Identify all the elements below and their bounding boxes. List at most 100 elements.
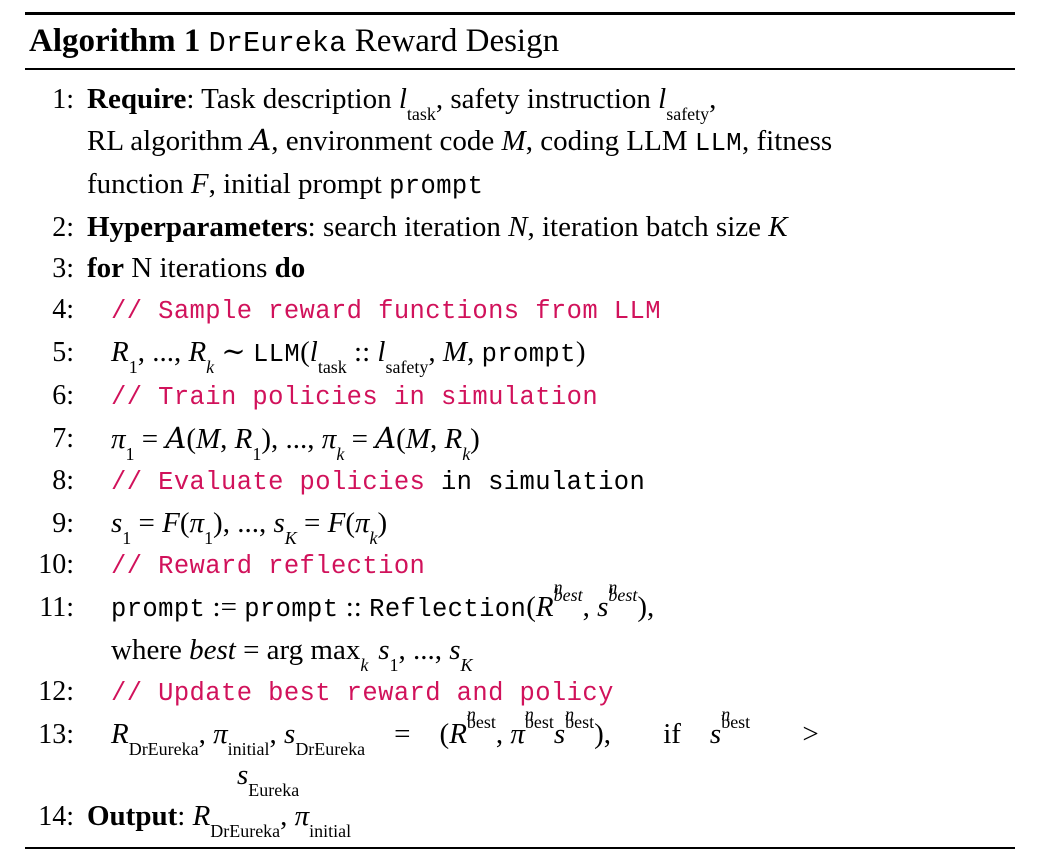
score-DrEureka: s <box>284 718 296 751</box>
policy-initial-sub: initial <box>309 821 352 842</box>
reward-R1-sub: 1 <box>128 357 138 378</box>
env-code-M-2: M <box>405 423 430 456</box>
algorithm-line-3: 3: for N iterations do <box>25 248 1015 289</box>
subscript-best: best <box>553 585 583 606</box>
comment-evaluate-policies: // Evaluate policies <box>111 468 426 498</box>
reward-DrEureka: R <box>111 718 129 751</box>
require-text-3: , <box>709 83 717 116</box>
l-task-var: l <box>309 336 318 369</box>
for-text: N iterations <box>124 252 275 285</box>
score-sK-sub: K <box>284 528 297 549</box>
do-keyword: do <box>274 252 306 285</box>
hyper-text-2: , iteration batch size <box>527 211 769 244</box>
algorithm-keyword: Algorithm <box>29 23 176 59</box>
env-code-M: M <box>501 125 526 158</box>
line-number: 11: <box>39 592 74 624</box>
algorithm-line-8: 8: // Evaluate policies in simulation <box>25 460 1015 503</box>
line-content: R1, ..., Rk ∼ LLM(ltask :: lsafety, M, p… <box>87 332 1015 378</box>
algorithm-name: DrEureka <box>208 27 347 60</box>
score-s-best: s <box>597 591 609 624</box>
require-label: Require <box>87 83 187 116</box>
algorithm-line-1: 1: Require: Task description ltask, safe… <box>25 79 1015 207</box>
policy-pi1-sub: 1 <box>204 528 214 549</box>
line-content: Require: Task description ltask, safety … <box>87 79 1015 207</box>
equals-2: = <box>296 507 328 540</box>
line-number: 3: <box>52 253 74 285</box>
comment-update-best: // Update best reward and policy <box>111 679 614 709</box>
algorithm-line-6: 6: // Train policies in simulation <box>25 375 1015 418</box>
require-text-1: : Task description <box>186 83 399 116</box>
for-keyword: for <box>87 252 125 285</box>
paren-open: ( <box>300 336 310 369</box>
algorithm-title: Algorithm 1 DrEureka Reward Design <box>25 15 1015 68</box>
line-content: // Evaluate policies in simulation <box>87 460 1015 503</box>
assign-operator: := <box>205 591 245 624</box>
prompt-token-rhs: prompt <box>244 595 339 625</box>
comma: , <box>582 591 598 624</box>
policy-pi-best: π <box>510 718 525 751</box>
s-cond-scripts: n best <box>721 703 751 733</box>
comma-2: , <box>269 718 285 751</box>
ellipsis: , ..., <box>222 507 274 540</box>
policy-pi1: π <box>111 423 126 456</box>
prompt-token-lhs: prompt <box>111 595 206 625</box>
subscript-best: best <box>565 712 595 733</box>
paren-close-comma: ), <box>637 591 655 624</box>
line-content: prompt := prompt :: Reflection(R n best, s… <box>87 576 1015 675</box>
algorithm-line-5: 5: R1, ..., Rk ∼ LLM(ltask :: lsafety, M… <box>25 332 1015 378</box>
score-sK: s <box>273 507 285 540</box>
line-number: 4: <box>52 294 74 326</box>
comma-1: , <box>220 423 235 456</box>
score-s-cond: s <box>709 718 722 751</box>
require-cont1-b: , environment code <box>271 125 502 158</box>
score-s-best: s <box>553 718 566 751</box>
comma-1: , <box>428 336 443 369</box>
comma-3: , <box>495 718 511 751</box>
require-cont2-a: function <box>87 168 191 201</box>
score-DrEureka-sub: DrEureka <box>295 739 366 760</box>
line-number: 1: <box>52 84 74 116</box>
R-best-scripts: n best <box>553 576 583 606</box>
paren-open-1: ( <box>179 507 190 540</box>
subscript-best: best <box>608 585 638 606</box>
line-number: 14: <box>38 801 74 833</box>
comma-2: , <box>467 336 482 369</box>
comma-2: , <box>429 423 445 456</box>
line-number: 10: <box>38 549 74 581</box>
score-sK-sub: K <box>460 655 473 676</box>
comma-1: , <box>198 718 214 751</box>
algorithm-line-14: 14: Output: RDrEureka, πinitial <box>25 796 1015 840</box>
score-sK: s <box>449 634 461 667</box>
require-cont1-c: , coding LLM <box>525 125 695 158</box>
line-content: Hyperparameters: search iteration N, ite… <box>87 207 1015 248</box>
reward-DrEureka: R <box>192 800 211 833</box>
fitness-F-2: F <box>327 507 346 540</box>
policy-pik-sub: k <box>336 444 345 465</box>
reward-R1-sub: 1 <box>252 444 262 465</box>
reward-R-best: R <box>449 718 467 751</box>
best-var: best <box>189 634 236 667</box>
s-best-scripts: n best <box>608 576 638 606</box>
comment-in-simulation: in simulation <box>425 468 646 498</box>
policy-pik: π <box>355 507 370 540</box>
concat-operator: :: <box>346 336 378 369</box>
line-number: 2: <box>52 212 74 244</box>
l-task-sub: task <box>317 357 347 378</box>
sim-operator: ∼ <box>214 336 253 369</box>
argmax-sub-k: k <box>360 655 369 676</box>
reward-R1: R <box>111 336 129 369</box>
pi-best-scripts: n best <box>524 703 554 733</box>
subscript-best: best <box>524 712 554 733</box>
reward-R-best: R <box>535 591 554 624</box>
algorithm-line-10: 10: // Reward reflection <box>25 544 1015 587</box>
require-cont1-a: RL algorithm <box>87 125 251 158</box>
ellipsis: , ..., <box>398 634 450 667</box>
subscript-best: best <box>466 712 496 733</box>
hyperparameters-label: Hyperparameters <box>87 211 308 244</box>
score-s1-sub: 1 <box>389 655 399 676</box>
concat-operator: :: <box>338 591 370 624</box>
line-number: 13: <box>38 719 74 751</box>
output-label: Output <box>87 800 178 833</box>
algorithm-line-4: 4: // Sample reward functions from LLM <box>25 289 1015 332</box>
line-content: RDrEureka, πinitial, sDrEureka = (R n best, … <box>87 703 1015 800</box>
